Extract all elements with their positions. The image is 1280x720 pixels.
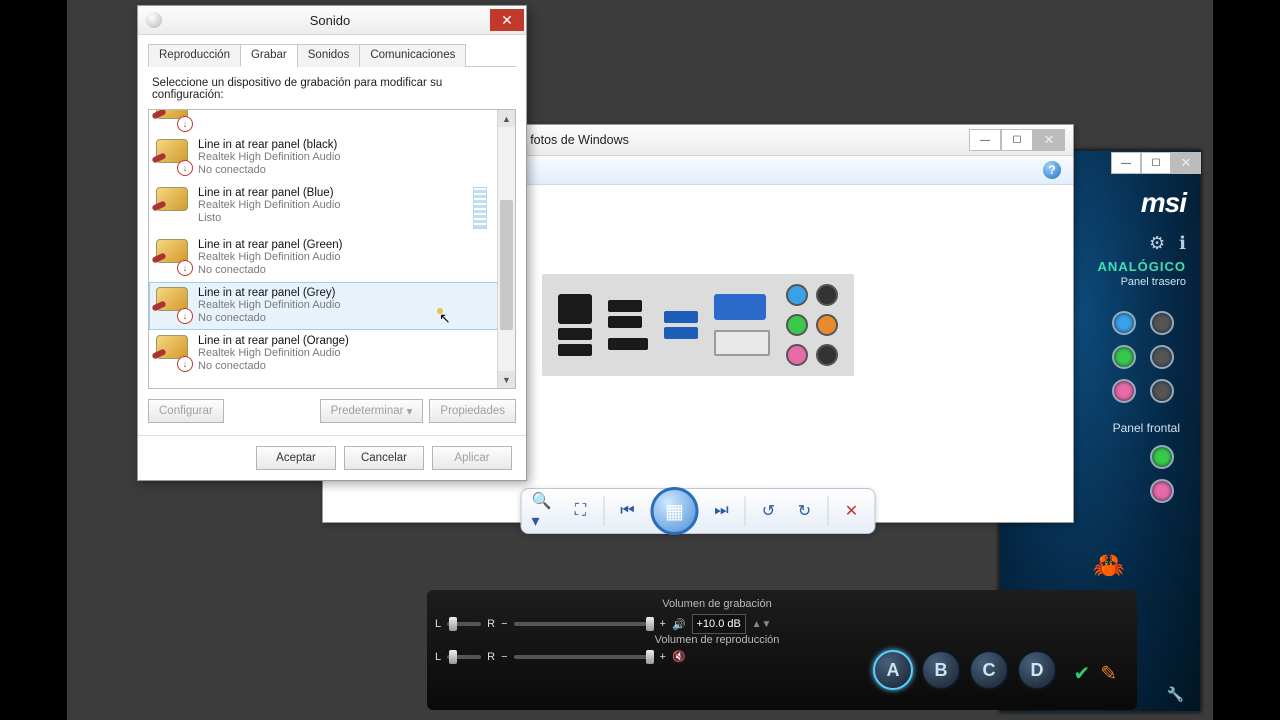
speaker-icon[interactable]: 🔊: [672, 618, 686, 631]
device-item[interactable]: Line in at rear panel (Grey)Realtek High…: [149, 282, 498, 330]
mute-icon[interactable]: 🔇: [672, 650, 686, 663]
audio-jack-icon: [156, 239, 190, 273]
device-item[interactable]: Line in at rear panel (Green)Realtek Hig…: [149, 234, 498, 282]
preset-b[interactable]: B: [921, 650, 961, 690]
properties-button[interactable]: Propiedades: [429, 399, 516, 423]
minus-icon[interactable]: −: [501, 618, 507, 630]
audio-jack[interactable]: [1112, 379, 1136, 403]
play-volume-slider[interactable]: [514, 655, 654, 659]
minimize-button[interactable]: —: [969, 129, 1001, 151]
zoom-button[interactable]: 🔍▾: [532, 498, 558, 524]
ok-button[interactable]: Aceptar: [256, 446, 336, 470]
gear-icon[interactable]: ⚙: [1149, 233, 1165, 254]
slideshow-button[interactable]: ▦: [651, 487, 699, 535]
audio-jack[interactable]: [1150, 479, 1174, 503]
preset-d[interactable]: D: [1017, 650, 1057, 690]
rotate-ccw-button[interactable]: ↺: [756, 498, 782, 524]
device-item[interactable]: Line in at rear panel (Blue)Realtek High…: [149, 182, 498, 234]
scroll-thumb[interactable]: [500, 200, 513, 330]
audio-jack-icon: [156, 139, 190, 173]
scroll-down-icon[interactable]: ▼: [498, 371, 515, 388]
plus-icon[interactable]: +: [660, 651, 666, 663]
next-button[interactable]: ⏭: [709, 498, 735, 524]
instruction-text: Seleccione un dispositivo de grabación p…: [152, 77, 512, 101]
minimize-button[interactable]: —: [1111, 152, 1141, 174]
scroll-up-icon[interactable]: ▲: [498, 110, 515, 127]
audio-jack-icon: [156, 187, 190, 221]
default-button[interactable]: Predeterminar ▾: [320, 399, 424, 423]
close-button[interactable]: ✕: [1171, 152, 1201, 174]
audio-jack[interactable]: [1150, 445, 1174, 469]
apply-button[interactable]: Aplicar: [432, 446, 512, 470]
plus-icon[interactable]: +: [660, 618, 666, 630]
minus-icon[interactable]: −: [501, 651, 507, 663]
sound-dialog: Sonido ✕ ReproducciónGrabarSonidosComuni…: [137, 5, 527, 481]
device-item[interactable]: Line in at rear panel (Orange)Realtek Hi…: [149, 330, 498, 378]
photo-toolbar: 🔍▾ ⛶ ⏮ ▦ ⏭ ↺ ↻ ✕: [521, 488, 876, 534]
motherboard-io-image: [542, 274, 854, 376]
close-button[interactable]: ✕: [1033, 129, 1065, 151]
play-balance-slider[interactable]: [447, 655, 481, 659]
device-item[interactable]: Line in at rear panel (black)Realtek Hig…: [149, 134, 498, 182]
msi-mode-heading: ANALÓGICO: [1098, 259, 1186, 274]
rec-volume-label: Volumen de grabación: [587, 598, 847, 610]
preset-c[interactable]: C: [969, 650, 1009, 690]
prev-button[interactable]: ⏮: [615, 498, 641, 524]
preset-a[interactable]: A: [873, 650, 913, 690]
audio-jack[interactable]: [1150, 345, 1174, 369]
tab-sonidos[interactable]: Sonidos: [297, 44, 361, 67]
db-up-down-icon[interactable]: ▲▼: [752, 619, 772, 630]
audio-jack[interactable]: [1112, 311, 1136, 335]
rec-balance-slider[interactable]: [447, 622, 481, 626]
close-button[interactable]: ✕: [490, 9, 524, 31]
audio-jack-icon: [156, 335, 190, 369]
audio-jack-icon: [156, 287, 190, 321]
apply-icon[interactable]: ✎: [1100, 661, 1117, 686]
msi-logo: msi: [1141, 187, 1186, 219]
scrollbar[interactable]: ▲ ▼: [497, 110, 515, 388]
dialog-title: Sonido: [170, 13, 490, 28]
check-icon[interactable]: ✔: [1073, 661, 1090, 686]
tab-bar: ReproducciónGrabarSonidosComunicaciones: [148, 43, 516, 67]
realtek-crab-icon: 🦀: [1093, 550, 1125, 581]
tab-comunicaciones[interactable]: Comunicaciones: [359, 44, 466, 67]
audio-jack[interactable]: [1112, 345, 1136, 369]
configure-button[interactable]: Configurar: [148, 399, 224, 423]
db-readout[interactable]: +10.0 dB: [692, 614, 746, 634]
rotate-cw-button[interactable]: ↻: [792, 498, 818, 524]
sound-icon: [146, 12, 162, 28]
device-list: No conectadoLine in at rear panel (black…: [148, 109, 516, 389]
maximize-button[interactable]: ☐: [1141, 152, 1171, 174]
msi-rear-label: Panel trasero: [1098, 276, 1186, 288]
realtek-mixer: 🦀 Volumen de grabación L R − + 🔊 +10.0 d…: [427, 590, 1137, 710]
play-volume-label: Volumen de reproducción: [587, 634, 847, 646]
msi-window-buttons: — ☐ ✕: [1111, 152, 1201, 174]
tab-grabar[interactable]: Grabar: [240, 44, 298, 67]
level-meter: [473, 187, 487, 229]
delete-button[interactable]: ✕: [839, 498, 865, 524]
maximize-button[interactable]: ☐: [1001, 129, 1033, 151]
audio-jack[interactable]: [1150, 311, 1174, 335]
help-icon[interactable]: ?: [1043, 161, 1061, 179]
cancel-button[interactable]: Cancelar: [344, 446, 424, 470]
info-icon[interactable]: ℹ: [1179, 233, 1186, 254]
preset-buttons: ABCD: [873, 650, 1057, 690]
fit-button[interactable]: ⛶: [568, 498, 594, 524]
rec-volume-slider[interactable]: [514, 622, 654, 626]
audio-jack[interactable]: [1150, 379, 1174, 403]
tab-reproducción[interactable]: Reproducción: [148, 44, 241, 67]
wrench-icon[interactable]: 🔧: [1167, 686, 1184, 703]
